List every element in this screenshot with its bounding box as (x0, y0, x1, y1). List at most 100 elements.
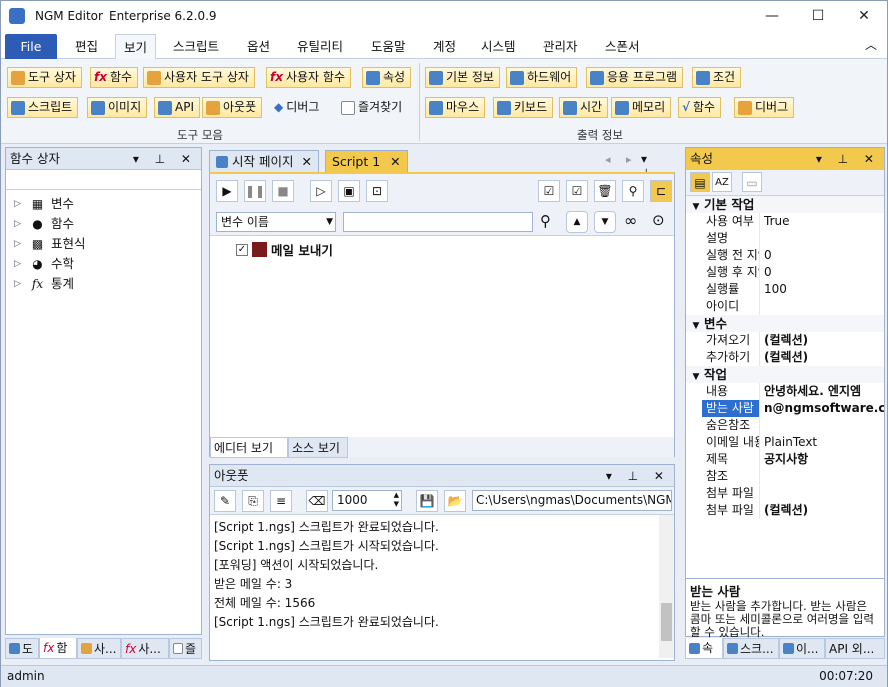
search-input[interactable] (343, 212, 533, 232)
search-icon[interactable]: ⚲ (540, 212, 551, 230)
tab-api[interactable]: API 외... (825, 638, 885, 659)
open-folder-button[interactable]: 📂 (444, 490, 466, 512)
prop-value[interactable] (760, 485, 884, 502)
prop-value[interactable]: n@ngmsoftware.c (760, 400, 884, 417)
prop-row[interactable]: 추가하기 (컬렉션) (686, 349, 884, 366)
prop-value[interactable]: 공지사항 (760, 451, 884, 468)
infinity-icon[interactable]: ∞ (624, 211, 637, 230)
output-path-input[interactable]: C:\Users\ngmas\Documents\NGM6\ (472, 490, 672, 511)
tree-item-function[interactable]: ▷ ● 함수 (6, 214, 201, 234)
favorites-button[interactable]: 즐겨찾기 (338, 97, 407, 118)
expand-icon[interactable]: ▷ (14, 214, 24, 234)
pause-button[interactable]: ❚❚ (244, 180, 266, 202)
stepper-icon[interactable]: ▲ ▼ (394, 491, 399, 509)
expand-icon[interactable]: ▷ (14, 254, 24, 274)
property-pages-button[interactable]: ▭ (742, 172, 762, 192)
alphabetical-button[interactable]: AZ (712, 172, 732, 192)
eraser-button[interactable]: ⌫ (306, 490, 328, 512)
prop-row[interactable]: 설명 (686, 230, 884, 247)
tab-properties[interactable]: 속 (685, 638, 723, 659)
prop-row[interactable]: 숨은참조 (686, 417, 884, 434)
prop-value[interactable]: 0 (760, 264, 884, 281)
category-variable[interactable]: ▼ 변수 (686, 315, 884, 332)
tab-nav-arrows[interactable]: ◂ ▸ (605, 153, 638, 166)
close-button[interactable]: ✕ (841, 1, 887, 32)
prop-row[interactable]: 참조 (686, 468, 884, 485)
prop-value[interactable]: PlainText (760, 434, 884, 451)
user-toolbox-button[interactable]: 사용자 도구 상자 (143, 67, 255, 88)
expand-icon[interactable]: ▷ (14, 274, 24, 294)
tab-view[interactable]: 보기 (115, 34, 157, 59)
tab-editor-view[interactable]: 에디터 보기 (210, 437, 288, 458)
prop-row[interactable]: 아이디 (686, 298, 884, 315)
prop-value[interactable]: 100 (760, 281, 884, 298)
api-button[interactable]: API (154, 97, 200, 118)
move-up-button[interactable]: ▲ (566, 211, 588, 233)
tab-favorites[interactable]: 즐 (169, 638, 202, 659)
keyboard-button[interactable]: 키보드 (493, 97, 554, 118)
prop-value[interactable]: (컬렉션) (760, 332, 884, 349)
tab-user-function[interactable]: fx 사... (121, 638, 169, 659)
debug-button[interactable]: ◆ 디버그 (271, 97, 324, 118)
prop-row[interactable]: 사용 여부 True (686, 213, 884, 230)
application-button[interactable]: 응용 프로그램 (586, 67, 684, 88)
tab-function[interactable]: fx 함 (39, 638, 77, 659)
copy-button[interactable]: ⎘ (242, 490, 264, 512)
properties-button[interactable]: 속성 (362, 67, 412, 88)
prop-row[interactable]: 제목 공지사항 (686, 451, 884, 468)
minimize-button[interactable]: — (749, 1, 795, 32)
debug-info-button[interactable]: 디버그 (734, 97, 795, 118)
expand-icon[interactable]: ▷ (14, 234, 24, 254)
tree-item-math[interactable]: ▷ ◕ 수학 (6, 254, 201, 274)
hardware-button[interactable]: 하드웨어 (506, 67, 578, 88)
line-count-input[interactable]: 1000 ▲ ▼ (332, 490, 402, 511)
memory-button[interactable]: 메모리 (611, 97, 672, 118)
tab-script-list[interactable]: 스크... (723, 638, 779, 659)
tab-utility[interactable]: 유틸리티 (289, 34, 351, 59)
basic-info-button[interactable]: 기본 정보 (425, 67, 500, 88)
time-button[interactable]: 시간 (559, 97, 609, 118)
maximize-button[interactable]: ☐ (795, 1, 841, 32)
variable-name-select[interactable]: 변수 이름 ▼ (216, 212, 336, 232)
tab-options[interactable]: 옵션 (239, 34, 278, 59)
tab-start-page[interactable]: 시작 페이지 ✕ (209, 150, 319, 172)
close-tab-icon[interactable]: ✕ (390, 154, 400, 169)
action-item-send-mail[interactable]: ✓ 메일 보내기 (236, 240, 333, 259)
tab-system[interactable]: 시스템 (473, 34, 524, 59)
file-menu[interactable]: File (5, 34, 57, 59)
prop-value[interactable] (760, 417, 884, 434)
pane-controls[interactable]: ▾ ⊥ ✕ (133, 148, 197, 170)
prop-value[interactable]: (컬렉션) (760, 502, 884, 519)
ribbon-collapse-icon[interactable]: ︿ (865, 36, 877, 53)
tab-account[interactable]: 계정 (425, 34, 464, 59)
prop-row[interactable]: 첨부 파일 (컬렉션) (686, 502, 884, 519)
function-info-button[interactable]: √ 함수 (678, 97, 722, 118)
tab-images[interactable]: 이... (779, 638, 825, 659)
category-basic[interactable]: ▼ 기본 작업 (686, 196, 884, 213)
pane-controls[interactable]: ▾ ⊥ ✕ (816, 148, 880, 170)
prop-value[interactable]: 0 (760, 247, 884, 264)
toolbox-button[interactable]: 도구 상자 (7, 67, 82, 88)
condition-button[interactable]: 조건 (692, 67, 742, 88)
output-button[interactable]: 아웃풋 (202, 97, 263, 118)
tab-user-toolbox[interactable]: 사... (77, 638, 121, 659)
prop-value[interactable] (760, 298, 884, 315)
tab-source-view[interactable]: 소스 보기 (288, 437, 348, 458)
tree-item-expression[interactable]: ▷ ▩ 표현식 (6, 234, 201, 254)
tab-edit[interactable]: 편집 (67, 34, 106, 59)
tab-sponsor[interactable]: 스폰서 (597, 34, 648, 59)
tab-script-1[interactable]: Script 1 ✕ (325, 150, 408, 172)
close-tab-icon[interactable]: ✕ (301, 154, 311, 169)
tree-item-statistics[interactable]: ▷ fx 통계 (6, 274, 201, 294)
run-selected-button[interactable]: ▣ (338, 180, 360, 202)
move-down-button[interactable]: ▼ (594, 211, 616, 233)
prop-row[interactable]: 첨부 파일 (686, 485, 884, 502)
prop-value[interactable]: True (760, 213, 884, 230)
image-button[interactable]: 이미지 (87, 97, 148, 118)
prop-row[interactable]: 이메일 내용 형식PlainText (686, 434, 884, 451)
check-button[interactable]: ☑ (566, 180, 588, 202)
scrollbar-thumb[interactable] (661, 603, 672, 641)
prop-row[interactable]: 실행률 100 (686, 281, 884, 298)
stop-button[interactable]: ■ (272, 180, 294, 202)
categorized-button[interactable]: ▤ (690, 172, 710, 192)
